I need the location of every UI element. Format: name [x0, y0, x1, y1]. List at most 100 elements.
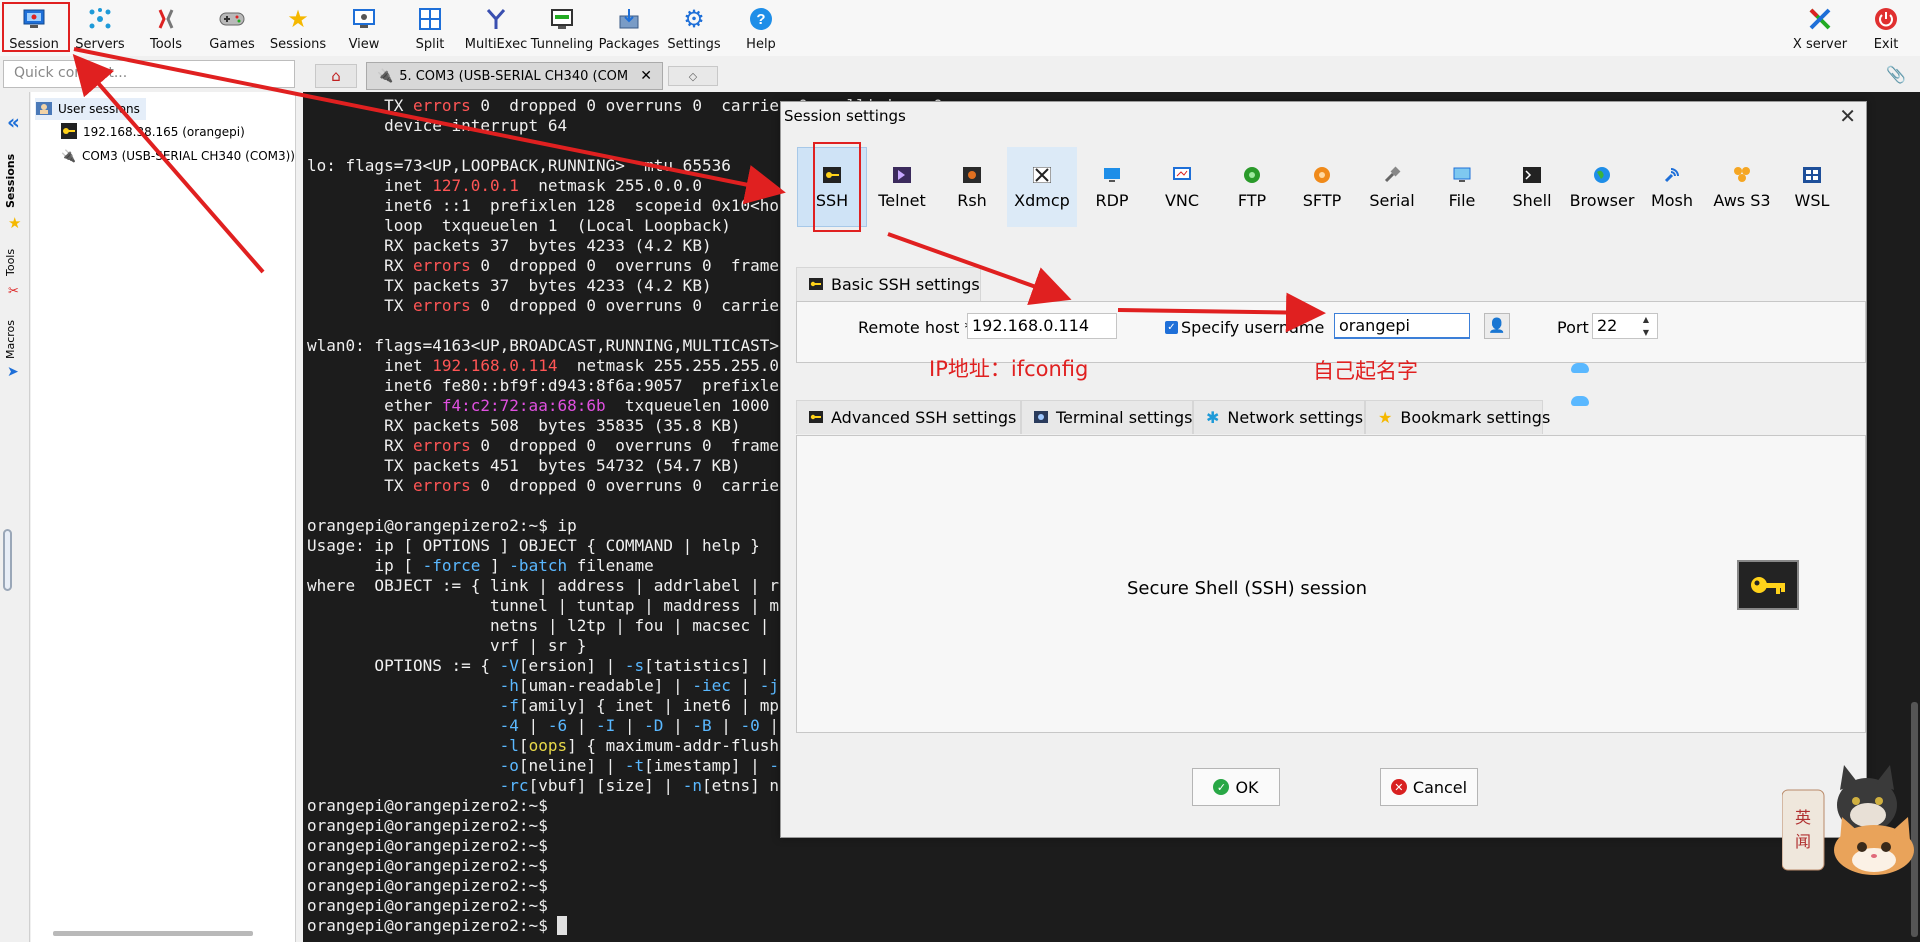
gamepad-icon [217, 4, 247, 34]
basic-ssh-label: Basic SSH settings [831, 275, 980, 294]
dialog-title: Session settings [784, 107, 906, 125]
session-type-label: Browser [1569, 190, 1635, 210]
serial-plug-icon: 🔌 [61, 149, 76, 163]
settings-button[interactable]: ⚙ Settings [667, 4, 720, 54]
session-item-ssh[interactable]: 192.168.38.165 (orangepi) [61, 122, 245, 142]
session-type-file[interactable]: File [1427, 147, 1497, 227]
username-input[interactable]: orangepi [1334, 313, 1470, 339]
multiexec-button[interactable]: MultiExec [465, 4, 527, 54]
session-type-serial[interactable]: Serial [1357, 147, 1427, 227]
paperclip-icon[interactable]: 📎 [1886, 65, 1906, 84]
tab-com3-session[interactable]: 🔌 5. COM3 (USB-SERIAL CH340 (COM ✕ [366, 62, 663, 90]
session-type-vnc[interactable]: VNC [1147, 147, 1217, 227]
tunnel-icon [547, 4, 577, 34]
xserver-button[interactable]: X server [1793, 4, 1847, 54]
session-item-serial[interactable]: 🔌 COM3 (USB-SERIAL CH340 (COM3)) [61, 146, 295, 166]
session-type-telnet[interactable]: Telnet [867, 147, 937, 227]
star-icon: ★ [287, 5, 309, 33]
tab-terminal-settings[interactable]: Terminal settings [1021, 400, 1193, 434]
tools-button[interactable]: Tools [142, 4, 190, 54]
user-folder-icon [35, 100, 53, 119]
tools-icon [151, 4, 181, 34]
vtab-sessions[interactable]: Sessions [4, 150, 26, 212]
session-type-browser[interactable]: Browser [1567, 147, 1637, 227]
split-icon [415, 4, 445, 34]
tab-label: 5. COM3 (USB-SERIAL CH340 (COM [399, 68, 629, 84]
view-button[interactable]: View [344, 4, 384, 54]
cancel-button[interactable]: ✕ Cancel [1380, 768, 1478, 806]
session-type-label: Mosh [1650, 190, 1694, 210]
ssh-highlight-box [813, 142, 861, 232]
collapse-icon[interactable]: « [7, 110, 20, 134]
sessions-button[interactable]: ★ Sessions [270, 4, 326, 54]
exit-button[interactable]: Exit [1868, 4, 1904, 54]
session-type-label: WSL [1794, 190, 1830, 210]
svg-text:?: ? [756, 11, 765, 28]
session-type-sftp[interactable]: SFTP [1287, 147, 1357, 227]
down-arrow-icon[interactable]: ▼ [1635, 326, 1657, 339]
packages-button[interactable]: Packages [598, 4, 660, 54]
new-tab-icon: ◇ [688, 69, 698, 83]
split-button[interactable]: Split [410, 4, 450, 54]
session-type-xdmcp[interactable]: Xdmcp [1007, 147, 1077, 227]
key-icon [61, 122, 77, 142]
games-button[interactable]: Games [208, 4, 256, 54]
port-stepper[interactable]: ▲ ▼ [1635, 313, 1657, 339]
cancel-label: Cancel [1412, 777, 1468, 797]
file-icon [1451, 165, 1473, 185]
split-label: Split [415, 37, 445, 52]
session-type-rdp[interactable]: RDP [1077, 147, 1147, 227]
help-button[interactable]: ? Help [740, 4, 782, 54]
quick-connect-placeholder: Quick connect... [14, 65, 128, 81]
remote-host-input[interactable]: 192.168.0.114 [967, 313, 1117, 339]
servers-button[interactable]: Servers [75, 4, 125, 54]
games-label: Games [209, 37, 255, 52]
vtab-tools[interactable]: Tools [4, 242, 26, 282]
session-type-wsl[interactable]: WSL [1777, 147, 1847, 227]
check-icon: ✓ [1213, 779, 1230, 795]
session-settings-dialog: Session settings ✕ SSH Telnet Rsh Xdmcp … [780, 101, 1867, 838]
basic-ssh-settings-tab[interactable]: Basic SSH settings [796, 267, 981, 301]
session-type-label: Shell [1512, 190, 1552, 210]
tab-network-settings[interactable]: ✱ Network settings [1193, 400, 1365, 434]
packages-label: Packages [598, 37, 660, 52]
session-type-mosh[interactable]: Mosh [1637, 147, 1707, 227]
rsh-icon [961, 165, 983, 185]
servers-label: Servers [75, 37, 125, 52]
remote-host-label: Remote host * [858, 318, 973, 337]
scroll-indicator[interactable] [3, 529, 12, 591]
horizontal-scrollbar[interactable] [53, 931, 253, 936]
session-type-bar: SSH Telnet Rsh Xdmcp RDP VNC FTP SFTP Se… [797, 147, 1857, 227]
new-tab-button[interactable]: ◇ [668, 66, 718, 86]
ok-button[interactable]: ✓ OK [1192, 768, 1280, 806]
user-sessions-folder[interactable]: User sessions [35, 98, 146, 120]
up-arrow-icon[interactable]: ▲ [1635, 313, 1657, 326]
session-type-ftp[interactable]: FTP [1217, 147, 1287, 227]
side-tab-strip: « Sessions ★ Tools ✂ Macros ➤ [0, 92, 30, 942]
session-item-label: COM3 (USB-SERIAL CH340 (COM3)) [81, 149, 295, 163]
decor-drop [1571, 396, 1589, 406]
telnet-icon [891, 165, 913, 185]
xdmcp-icon [1031, 165, 1053, 185]
stamp-char-2: 闻 [1795, 832, 1811, 851]
packages-icon [614, 4, 644, 34]
vtab-macros[interactable]: Macros [4, 314, 26, 364]
annotation-username: 自己起名字 [1313, 359, 1418, 383]
tab-advanced-ssh-settings[interactable]: Advanced SSH settings [796, 400, 1021, 434]
quick-connect-input[interactable]: Quick connect... [3, 60, 295, 88]
tab-bookmark-settings[interactable]: ★ Bookmark settings [1365, 400, 1550, 434]
home-tab[interactable]: ⌂ [315, 64, 357, 88]
user-picker-button[interactable]: 👤 [1484, 313, 1510, 339]
close-icon[interactable]: ✕ [1839, 104, 1856, 128]
tunneling-label: Tunneling [530, 37, 594, 52]
view-label: View [348, 37, 380, 52]
ssh-key-large-icon [1737, 560, 1799, 610]
session-type-label: VNC [1164, 190, 1200, 210]
specify-username-checkbox[interactable]: ✓ [1165, 321, 1178, 334]
ok-label: OK [1235, 777, 1259, 797]
session-type-shell[interactable]: Shell [1497, 147, 1567, 227]
tunneling-button[interactable]: Tunneling [530, 4, 594, 54]
session-type-rsh[interactable]: Rsh [937, 147, 1007, 227]
session-type-aws-s3[interactable]: Aws S3 [1707, 147, 1777, 227]
close-tab-icon[interactable]: ✕ [640, 68, 652, 84]
